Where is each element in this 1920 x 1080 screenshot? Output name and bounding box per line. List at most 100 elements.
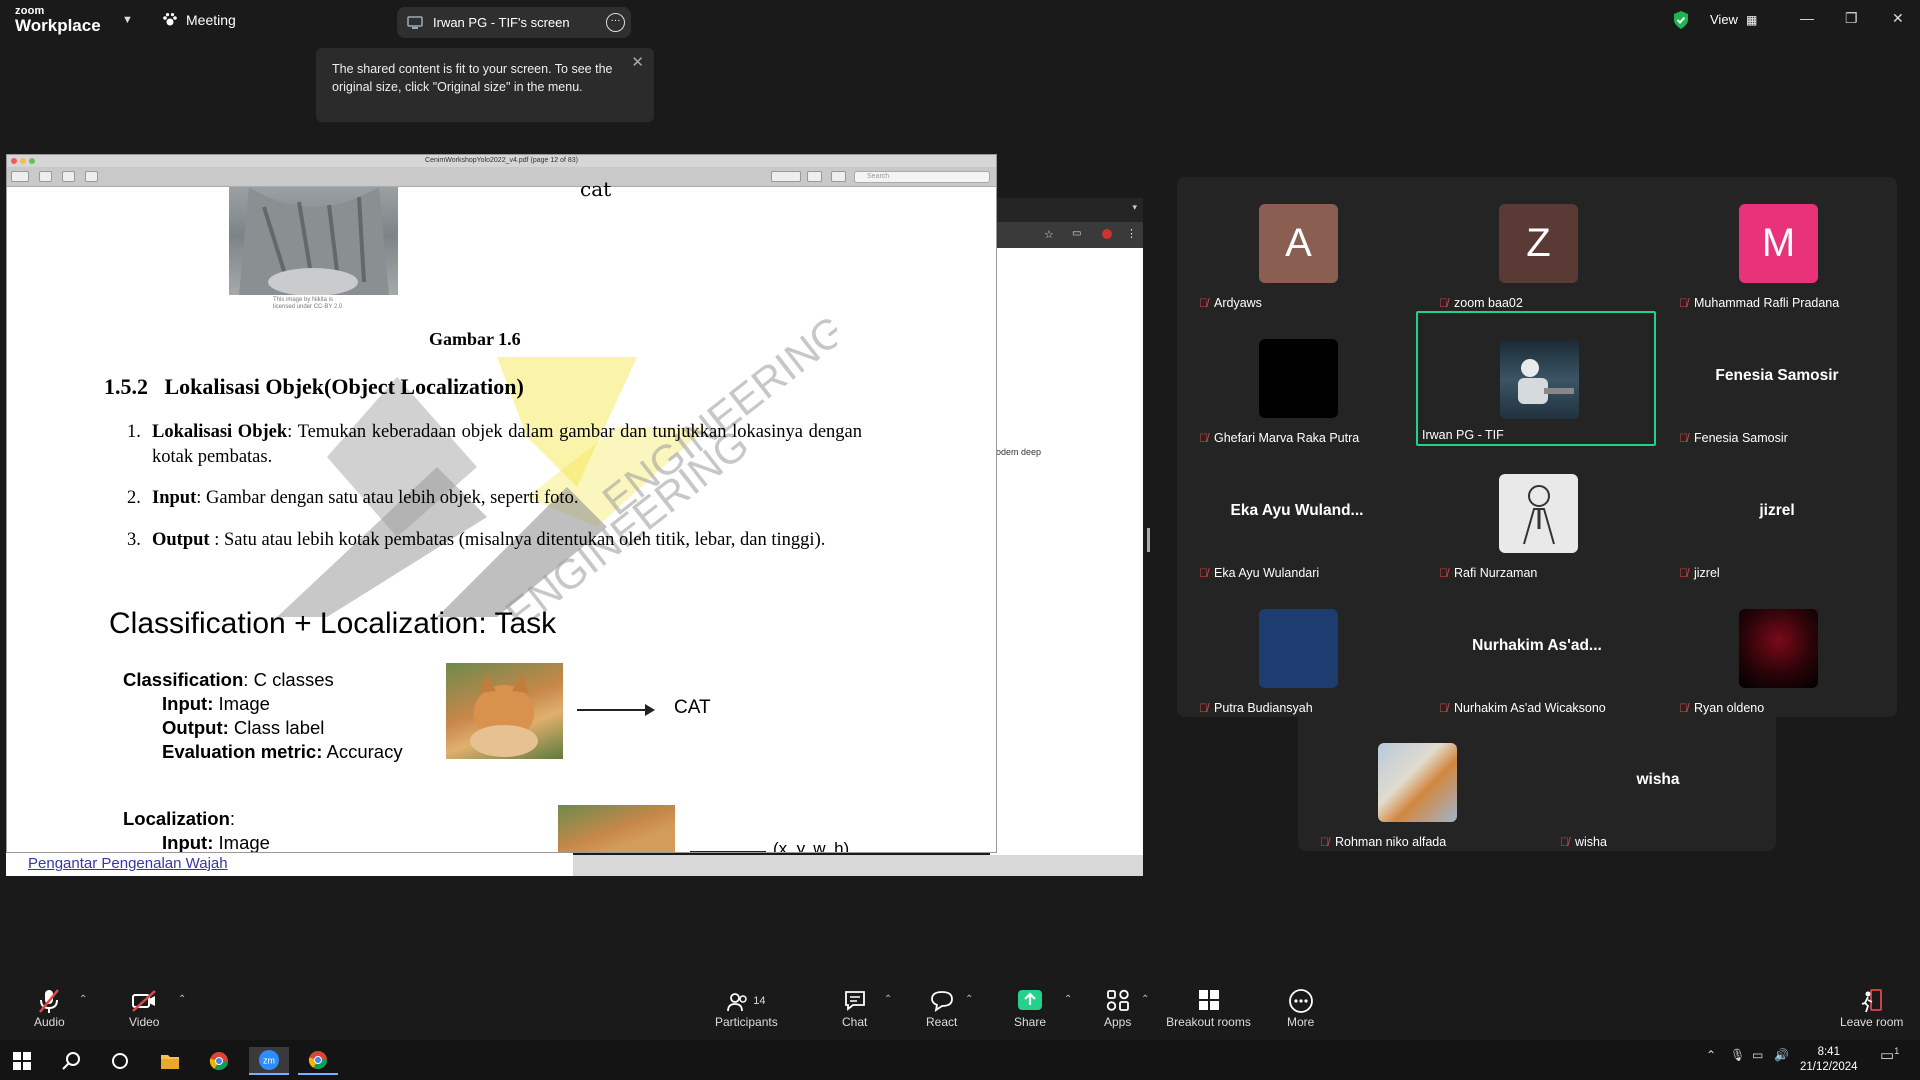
participant-tile[interactable]: 🎙̸ Rafi Nurzaman (1417, 447, 1657, 582)
mic-muted-icon: 🎙̸ (1199, 431, 1208, 445)
gallery-view-row-5: 🎙̸ Rohman niko alfada wisha 🎙̸ wisha (1298, 716, 1776, 851)
browser-menu-icon[interactable]: ⋮ (1126, 227, 1137, 240)
chat-button[interactable]: Chat (842, 988, 867, 1029)
participant-tile[interactable]: Z 🎙̸ zoom baa02 (1417, 177, 1657, 312)
meeting-button[interactable]: Meeting (162, 12, 236, 28)
file-explorer-icon[interactable] (150, 1047, 190, 1075)
minimize-window-icon[interactable] (20, 158, 26, 164)
leave-room-icon (1840, 988, 1903, 1015)
react-options-caret[interactable]: ⌃ (965, 994, 973, 1005)
windows-start-icon[interactable] (2, 1047, 42, 1075)
profile-icon[interactable] (1102, 229, 1112, 239)
zoom-in-icon[interactable] (62, 171, 75, 182)
restore-icon[interactable]: ❐ (1845, 10, 1858, 27)
item-term: Lokalisasi Objek (152, 422, 288, 442)
audio-options-caret[interactable]: ⌃ (79, 994, 87, 1005)
participants-button[interactable]: 14 Participants (715, 988, 778, 1029)
split-resize-handle[interactable] (1147, 528, 1150, 552)
participant-tile[interactable]: Eka Ayu Wuland... 🎙̸ Eka Ayu Wulandari (1177, 447, 1417, 582)
meeting-controls: Audio ⌃ Video ⌃ 14 Participants Chat ⌃ R… (0, 980, 1920, 1040)
item-term: Input (152, 488, 197, 508)
chevron-down-icon[interactable]: ▼ (122, 14, 133, 26)
participant-tile[interactable]: 🎙̸ Ryan oldeno (1657, 582, 1897, 717)
participant-tile[interactable]: 🎙̸ Rohman niko alfada (1298, 716, 1538, 851)
participant-tile[interactable]: jizrel 🎙̸ jizrel (1657, 447, 1897, 582)
network-icon[interactable]: ▭ (1752, 1048, 1763, 1062)
close-icon[interactable]: ✕ (1892, 10, 1904, 27)
view-button[interactable]: View ▦ (1710, 12, 1757, 27)
participants-count: 14 (753, 995, 766, 1007)
participant-tile[interactable]: wisha 🎙̸ wisha (1538, 716, 1778, 851)
close-tooltip-icon[interactable]: ✕ (631, 54, 644, 72)
sidebar-toggle-icon[interactable] (11, 171, 29, 182)
show-hidden-icons[interactable]: ⌃ (1706, 1048, 1716, 1062)
zoom-window-icon[interactable] (29, 158, 35, 164)
participant-tile[interactable]: 🎙̸ Ghefari Marva Raka Putra (1177, 312, 1417, 447)
participant-tile-active-speaker[interactable]: Irwan PG - TIF (1416, 311, 1656, 446)
output-label: Output: (162, 717, 229, 738)
clock-date: 21/12/2024 (1800, 1061, 1858, 1073)
zoom-out-icon[interactable] (39, 171, 52, 182)
participant-tile[interactable]: Fenesia Samosir 🎙̸ Fenesia Samosir (1657, 312, 1897, 447)
more-button[interactable]: More (1287, 988, 1314, 1029)
cat-photo (229, 187, 398, 296)
participant-name: 🎙̸ Ryan oldeno (1679, 701, 1765, 715)
react-button[interactable]: React (926, 988, 957, 1029)
item-term: Output (152, 530, 210, 550)
encryption-shield-icon[interactable] (1672, 10, 1690, 35)
task-view-icon[interactable] (100, 1047, 140, 1075)
video-button[interactable]: Video (129, 988, 159, 1029)
participant-tile[interactable]: M 🎙̸ Muhammad Rafli Pradana (1657, 177, 1897, 312)
share-options-caret[interactable]: ⌃ (1064, 994, 1072, 1005)
participant-tile[interactable]: A 🎙̸ Ardyaws (1177, 177, 1417, 312)
section-title: Lokalisasi Objek(Object Localization) (164, 374, 524, 399)
share-button[interactable]: Share (1014, 988, 1046, 1029)
close-window-icon[interactable] (11, 158, 17, 164)
share-icon[interactable] (85, 171, 98, 182)
search-icon[interactable] (52, 1047, 92, 1075)
arrow-icon (577, 704, 655, 716)
screen-share-indicator[interactable]: Irwan PG - TIF's screen ··· (397, 7, 631, 38)
apps-button[interactable]: Apps (1104, 988, 1131, 1029)
mic-muted-icon (34, 988, 65, 1015)
chevron-down-icon[interactable]: ▾ (1132, 202, 1137, 213)
markup-icon[interactable] (771, 171, 801, 182)
participant-tile[interactable]: 🎙̸ Putra Budiansyah (1177, 582, 1417, 717)
output-value: Class label (228, 717, 325, 738)
minimize-icon[interactable]: — (1800, 10, 1814, 26)
chrome-profile-icon[interactable] (298, 1047, 338, 1075)
star-icon[interactable]: ☆ (1044, 228, 1054, 241)
avatar: A (1259, 204, 1338, 283)
microphone-icon[interactable]: 🎙 (1730, 1048, 1745, 1062)
chat-options-caret[interactable]: ⌃ (884, 994, 892, 1005)
volume-icon[interactable]: 🔊 (1774, 1048, 1789, 1062)
avatar: Z (1499, 204, 1578, 283)
rotate-icon[interactable] (807, 171, 822, 182)
apps-options-caret[interactable]: ⌃ (1141, 994, 1149, 1005)
leave-room-button[interactable]: Leave room (1840, 988, 1903, 1029)
more-options-icon[interactable]: ··· (606, 13, 625, 32)
extensions-icon[interactable]: ▭ (1072, 228, 1081, 239)
notification-icon[interactable]: ▭1 (1880, 1046, 1899, 1064)
paw-icon (163, 13, 177, 26)
pdf-search-input[interactable]: Search (854, 171, 990, 183)
annotate-icon[interactable] (831, 171, 846, 182)
browser-link[interactable]: Pengantar Pengenalan Wajah (6, 852, 573, 876)
screen-share-icon (407, 15, 423, 29)
taskbar: zm ⌃ 🎙 ▭ 🔊 8:41 21/12/2024 ▭1 (0, 1040, 1920, 1080)
pdf-title: CenimWorkshopYolo2022_v4.pdf (page 12 of… (425, 157, 578, 164)
mic-muted-icon: 🎙̸ (1199, 566, 1208, 580)
chrome-icon[interactable] (199, 1047, 239, 1075)
leave-room-label: Leave room (1840, 1015, 1904, 1029)
video-options-caret[interactable]: ⌃ (178, 994, 186, 1005)
audio-button[interactable]: Audio (34, 988, 65, 1029)
participant-name: Irwan PG - TIF (1422, 428, 1504, 442)
breakout-rooms-button[interactable]: Breakout rooms (1166, 988, 1251, 1029)
browser-tabstrip: ▾ (990, 198, 1143, 222)
figure-caption: Gambar 1.6 (429, 329, 521, 349)
arrow-icon (690, 851, 766, 852)
zoom-taskbar-icon[interactable]: zm (249, 1047, 289, 1075)
top-bar: zoom Workplace ▼ Meeting Irwan PG - TIF'… (0, 0, 1920, 44)
system-clock[interactable]: 8:41 21/12/2024 (1800, 1045, 1858, 1075)
participant-tile[interactable]: Nurhakim As'ad... 🎙̸ Nurhakim As'ad Wicak… (1417, 582, 1657, 717)
